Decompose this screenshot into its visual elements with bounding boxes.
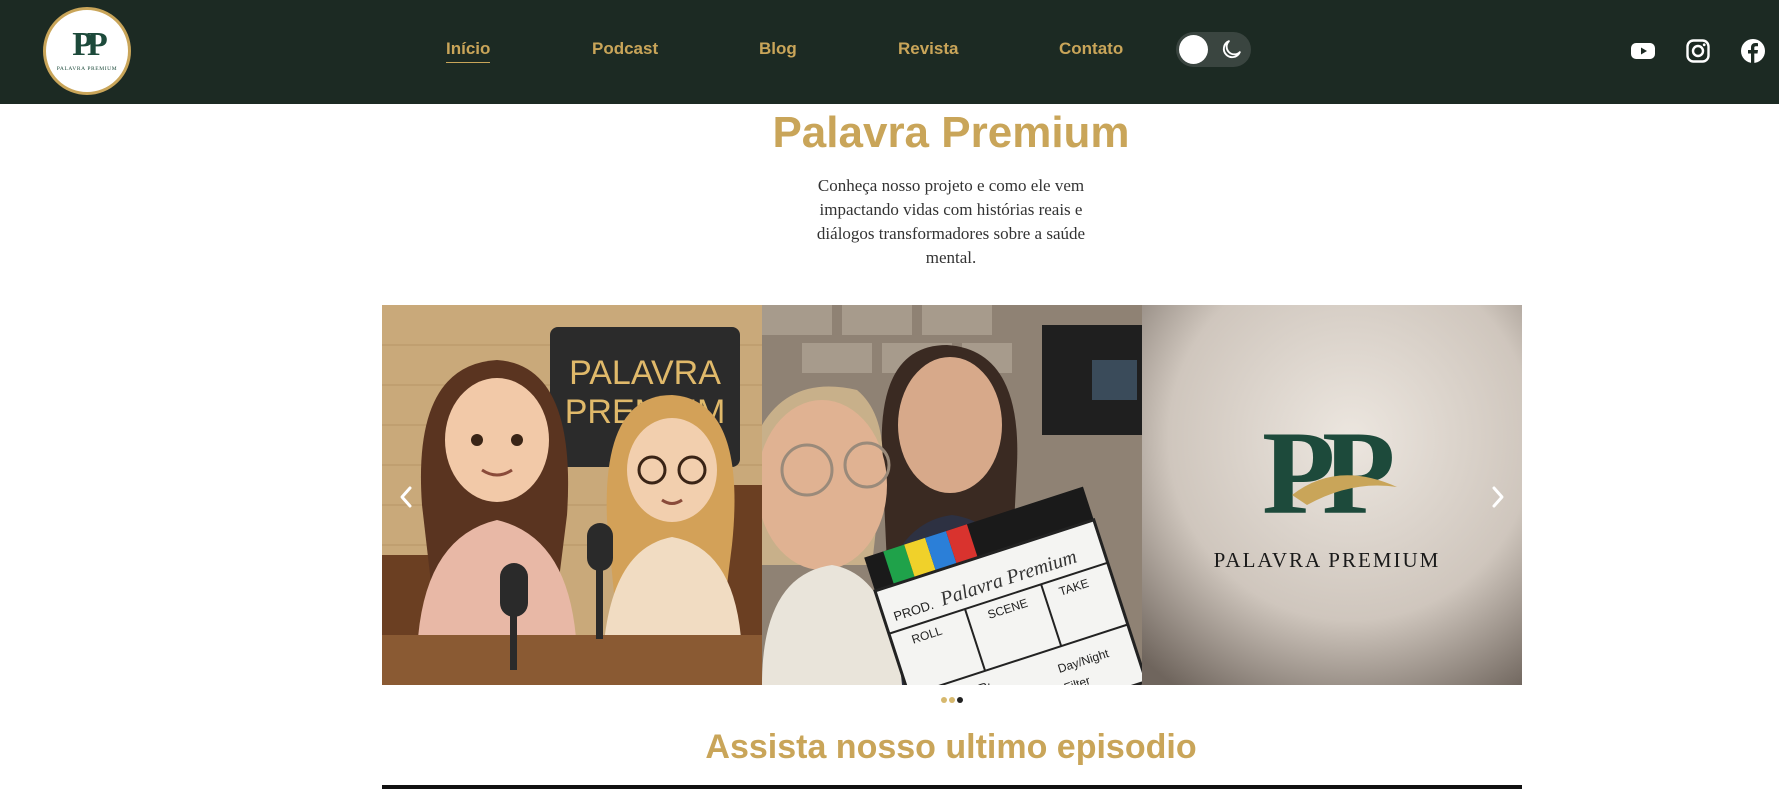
carousel-next-button[interactable] <box>1488 485 1508 509</box>
carousel-dot-3[interactable] <box>957 697 963 703</box>
carousel-dot-2[interactable] <box>949 697 955 703</box>
nav-revista[interactable]: Revista <box>898 39 958 59</box>
logo-monogram: PP <box>72 26 107 63</box>
svg-text:PALAVRA: PALAVRA <box>569 354 721 392</box>
svg-text:PALAVRA PREMIUM: PALAVRA PREMIUM <box>1214 548 1441 572</box>
carousel-prev-button[interactable] <box>396 485 416 509</box>
youtube-icon[interactable] <box>1630 38 1656 64</box>
facebook-icon[interactable] <box>1740 38 1766 64</box>
carousel-slide-photo: PROD. Palavra Premium ROLL SCENE TAKE DI… <box>762 305 1142 685</box>
theme-toggle[interactable] <box>1176 32 1251 67</box>
toggle-knob <box>1179 35 1208 64</box>
intro-text: Conheça nosso projeto e como ele vem imp… <box>816 176 1086 267</box>
nav-blog[interactable]: Blog <box>759 39 797 59</box>
nav-contato[interactable]: Contato <box>1059 39 1123 59</box>
video-embed[interactable] <box>382 785 1522 789</box>
carousel-slide-logo: P P PALAVRA PREMIUM <box>1142 305 1522 685</box>
latest-episode-title: Assista nosso ultimo episodio <box>705 728 1197 766</box>
top-navbar: PP PALAVRA PREMIUM Início Podcast Blog R… <box>0 0 1779 104</box>
nav-inicio[interactable]: Início <box>446 39 491 63</box>
page-title: Palavra Premium <box>772 108 1130 157</box>
carousel-slide-illustration: PALAVRA PREMIUM <box>382 305 762 685</box>
image-carousel: PALAVRA PREMIUM <box>382 305 1522 685</box>
nav-podcast[interactable]: Podcast <box>592 39 658 59</box>
carousel-dot-1[interactable] <box>941 697 947 703</box>
instagram-icon[interactable] <box>1685 38 1711 64</box>
moon-icon <box>1222 40 1241 59</box>
svg-text:P: P <box>1322 406 1395 539</box>
logo-text: PALAVRA PREMIUM <box>56 66 118 72</box>
carousel-indicators <box>941 697 963 705</box>
site-logo[interactable]: PP PALAVRA PREMIUM <box>43 7 131 95</box>
